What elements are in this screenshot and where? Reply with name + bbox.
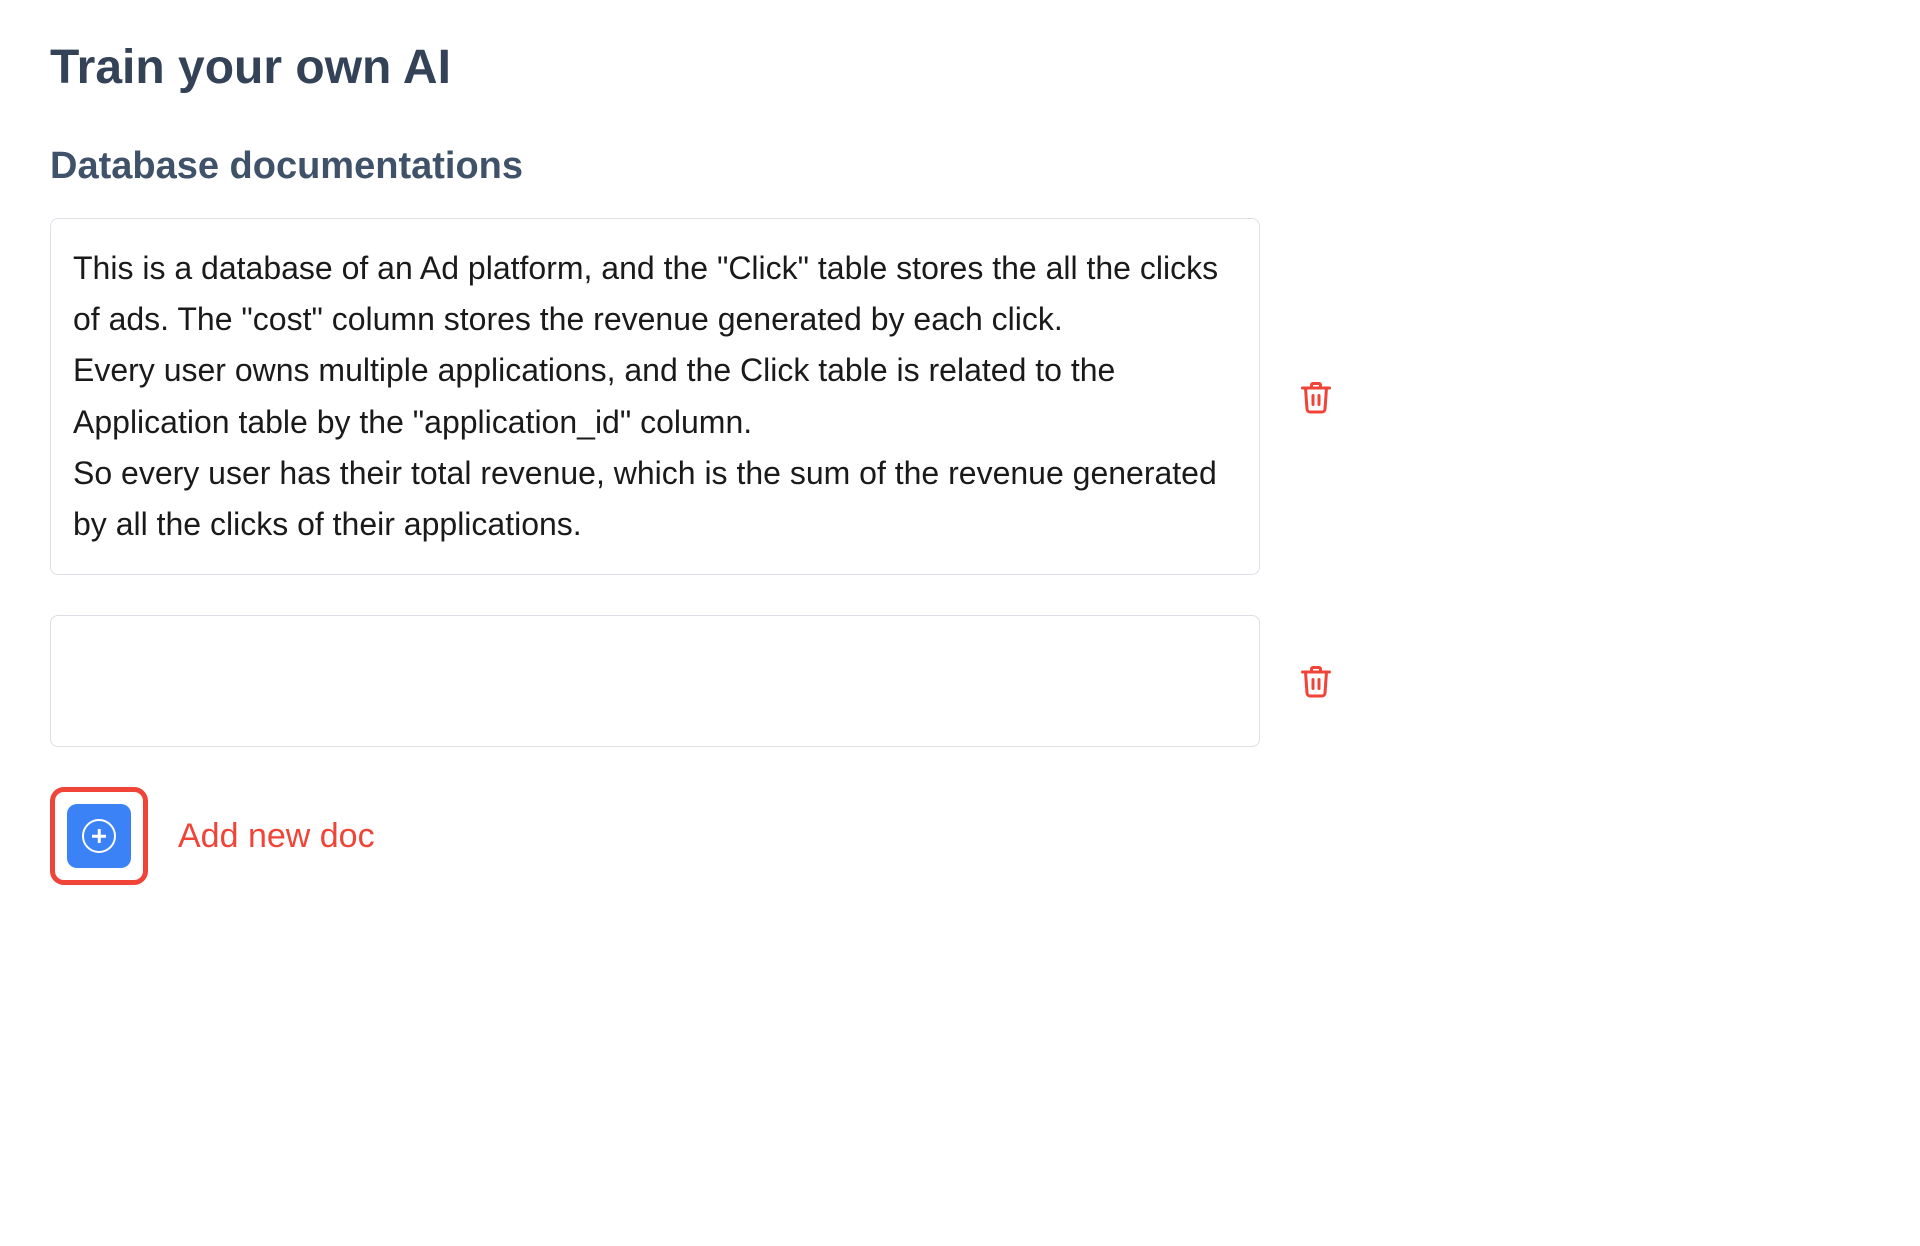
add-doc-button[interactable] bbox=[67, 804, 131, 868]
section-title: Database documentations bbox=[50, 145, 1870, 188]
doc-row: This is a database of an Ad platform, an… bbox=[50, 218, 1870, 575]
doc-text-content: This is a database of an Ad platform, an… bbox=[73, 243, 1237, 550]
plus-circle-icon bbox=[82, 819, 116, 853]
add-button-highlight bbox=[50, 787, 148, 885]
trash-icon bbox=[1298, 661, 1334, 701]
doc-textarea[interactable]: This is a database of an Ad platform, an… bbox=[50, 218, 1260, 575]
trash-icon bbox=[1298, 377, 1334, 417]
delete-doc-button[interactable] bbox=[1290, 653, 1342, 709]
doc-row bbox=[50, 615, 1870, 747]
add-doc-row: Add new doc bbox=[50, 787, 1870, 885]
page-title: Train your own AI bbox=[50, 40, 1870, 95]
doc-textarea-empty[interactable] bbox=[50, 615, 1260, 747]
delete-doc-button[interactable] bbox=[1290, 369, 1342, 425]
add-doc-label: Add new doc bbox=[178, 817, 375, 856]
